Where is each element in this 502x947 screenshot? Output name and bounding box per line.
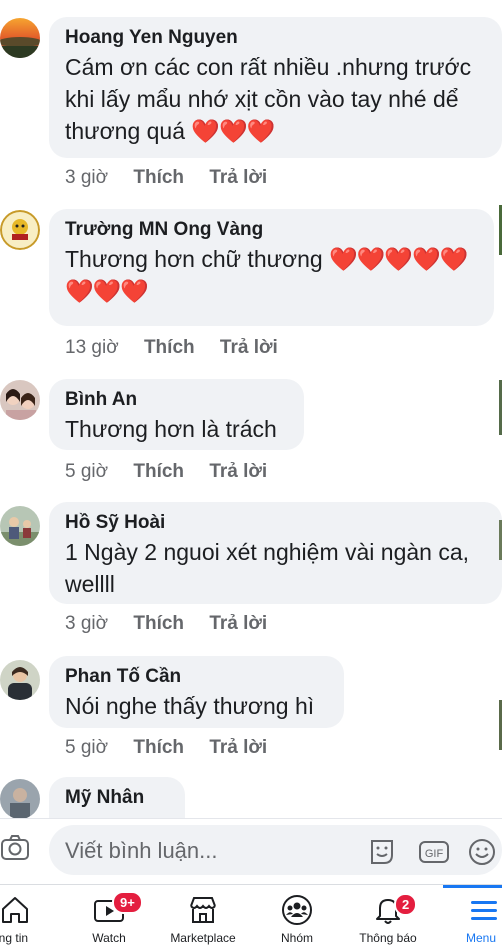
camera-icon[interactable] [0,832,32,864]
comment-meta: 5 giờ Thích Trả lời [65,737,287,759]
like-button[interactable]: Thích [133,737,184,758]
comment-text: Thương hơn là trách [65,416,277,442]
tab-notifications[interactable]: 2 Thông báo [350,885,426,947]
comment-input-placeholder: Viết bình luận... [65,838,218,863]
avatar[interactable] [0,506,40,546]
comment-time: 3 giờ [65,613,109,634]
marketplace-icon [186,893,220,927]
tab-groups[interactable]: Nhóm [262,885,332,947]
comment-author[interactable]: Bình An [65,389,290,411]
notification-badge: 9+ [112,891,143,914]
avatar[interactable] [0,660,40,700]
tab-label: Nhóm [280,931,313,945]
reply-button[interactable]: Trả lời [209,461,267,482]
reply-button[interactable]: Trả lời [220,337,278,358]
avatar[interactable] [0,18,40,58]
comment-line: 1 Ngày 2 nguoi xét nghiệm vài ngàn ca, [65,539,470,565]
gif-icon[interactable]: GIF [419,837,449,867]
reply-button[interactable]: Trả lời [209,613,267,634]
comment-meta: 3 giờ Thích Trả lời [65,167,287,189]
avatar[interactable] [0,380,40,420]
comment-author[interactable]: Hoang Yen Nguyen [65,27,488,49]
comment-line: Thương hơn chữ thương [65,246,323,272]
comment-line: wellll [65,571,115,597]
emoji-icon[interactable] [467,837,497,867]
tab-watch[interactable]: 9+ Watch [76,885,143,947]
sticker-icon[interactable] [367,837,397,867]
comment-bubble: Mỹ Nhân [49,777,185,818]
gif-label: GIF [425,848,444,860]
comment-bubble: Hoang Yen Nguyen Cám ơn các con rất nhiề… [49,17,502,158]
comment-text: Nói nghe thấy thương hì [65,693,315,719]
comment-time: 13 giờ [65,337,119,358]
tab-label: Thông báo [359,931,417,945]
comment-time: 5 giờ [65,737,109,758]
comment-bubble: Phan Tố Cần Nói nghe thấy thương hì [49,656,344,728]
comment-author[interactable]: Hồ Sỹ Hoài [65,512,488,534]
comment-bubble: Trường MN Ong Vàng Thương hơn chữ thương… [49,209,494,326]
like-button[interactable]: Thích [144,337,195,358]
like-button[interactable]: Thích [133,167,184,188]
comment-list: Hoang Yen Nguyen Cám ơn các con rất nhiề… [0,0,502,818]
comment-composer: Viết bình luận... GIF [0,818,502,885]
like-button[interactable]: Thích [133,613,184,634]
home-icon [0,893,32,927]
tab-news-feed[interactable]: ảng tin [0,885,50,947]
tab-label: Marketplace [170,931,236,945]
tab-label: Menu [466,931,497,945]
tab-label: Watch [92,931,126,945]
bottom-tab-bar: ảng tin 9+ Watch Marketplace Nhóm 2 Thôn… [0,884,502,947]
comment-time: 5 giờ [65,461,109,482]
comment-bubble: Hồ Sỹ Hoài 1 Ngày 2 nguoi xét nghiệm vài… [49,502,502,604]
groups-icon [280,893,314,927]
comment-bubble: Bình An Thương hơn là trách [49,379,304,450]
comment-line: Cám ơn các con rất nhiều .nhưng trước [65,54,472,80]
comment-text: Cám ơn các con rất nhiều .nhưng trước kh… [65,51,488,147]
comment-line: thương quá [65,118,186,144]
like-button[interactable]: Thích [133,461,184,482]
comment-author[interactable]: Trường MN Ong Vàng [65,219,480,241]
heart-emoji: ❤️❤️❤️ [191,118,275,144]
comment-text: Thương hơn chữ thương ❤️❤️❤️❤️❤️ ❤️❤️❤️ [65,243,480,307]
avatar[interactable] [0,210,40,250]
tab-menu[interactable]: Menu [446,885,502,947]
comment-time: 3 giờ [65,167,109,188]
tab-label: ảng tin [0,931,29,945]
comment-meta: 13 giờ Thích Trả lời [65,337,298,359]
reply-button[interactable]: Trả lời [209,167,267,188]
tab-marketplace[interactable]: Marketplace [160,885,246,947]
heart-emoji: ❤️❤️❤️ [65,278,149,304]
avatar[interactable] [0,779,40,818]
comment-input[interactable]: Viết bình luận... GIF [49,825,502,875]
comment-line: khi lấy mẩu nhớ xịt cồn vào tay nhé dể [65,86,459,112]
comment-meta: 3 giờ Thích Trả lời [65,613,287,635]
reply-button[interactable]: Trả lời [209,737,267,758]
comment-text: 1 Ngày 2 nguoi xét nghiệm vài ngàn ca, w… [65,536,488,600]
comment-meta: 5 giờ Thích Trả lời [65,461,287,483]
comment-author[interactable]: Mỹ Nhân [65,787,171,809]
heart-emoji: ❤️❤️❤️❤️❤️ [329,246,468,272]
comment-author[interactable]: Phan Tố Cần [65,666,330,688]
notification-badge: 2 [394,893,418,916]
menu-icon [467,893,501,927]
